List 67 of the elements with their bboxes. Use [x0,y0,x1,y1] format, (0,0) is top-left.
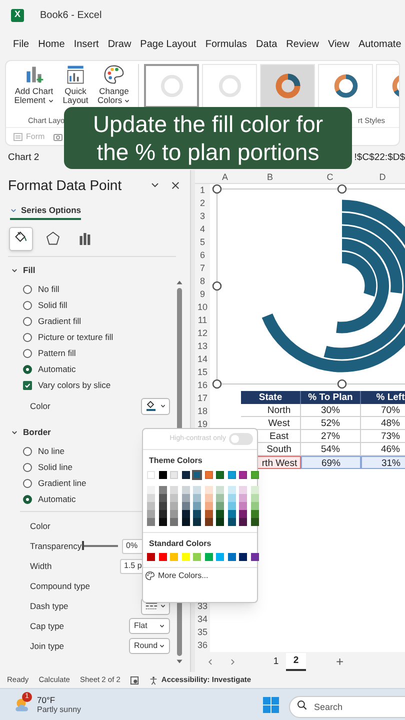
table-cell: 52% [301,417,361,430]
column-header: C [326,171,334,183]
property-label: Dash type [30,600,68,612]
option-label: Pattern fill [38,346,76,360]
property-label: Join type [30,640,64,652]
row-header: 15 [196,366,208,379]
row-header: 19 [196,418,208,431]
formula-text: !$C$22:$D$ [354,150,405,165]
section-title: Theme Colors [148,455,204,467]
row-header: 33 [196,600,208,613]
column-header: A [220,171,229,183]
row-header: 12 [196,327,208,340]
table-cell: 70% [361,404,405,417]
weather-temperature: 70°F [37,694,56,704]
table-cell: 30% [301,404,361,417]
row-header: 35 [196,626,208,639]
table-cell: 31% [361,456,405,469]
row-header: 36 [196,639,208,652]
table-cell: 69% [301,456,361,469]
column-header: B [266,171,274,183]
row-header: 9 [198,288,206,301]
caption-toast: Update the fill color for the % to plan portions [64,107,352,169]
row-header: 14 [196,353,208,366]
excel-logo: X [11,8,24,22]
pane-title: Format Data Point [8,176,123,194]
row-header: 3 [198,210,206,223]
table-cell: North [241,404,301,417]
property-label: Cap type [30,620,64,632]
option-label: Picture or texture fill [38,330,114,344]
property-label: Color [30,400,50,412]
property-label: Compound type [30,580,90,592]
table-cell: 48% [361,417,405,430]
property-label: Transparency [30,540,82,552]
row-header: 11 [196,314,208,327]
table-cell: 27% [301,430,361,443]
weather-condition: Partly sunny [37,704,82,714]
row-header: 6 [198,249,206,262]
option-label: Gradient fill [38,314,81,328]
table-cell: 73% [361,430,405,443]
row-header: 13 [196,340,208,353]
option-label: No line [38,444,64,458]
option-label: Solid line [38,460,72,474]
option-label: Solid fill [38,298,68,312]
row-header: 5 [198,236,206,249]
window-title: Book6 - Excel [40,8,102,22]
section-title: Standard Colors [148,538,212,550]
table-header: State [241,391,301,404]
option-label: Automatic [38,492,76,506]
option-label: Gradient line [38,476,86,490]
row-header: 4 [198,223,206,236]
option-label: Automatic [38,362,76,376]
option-label: Vary colors by slice [38,378,111,392]
table-header: % To Plan [301,391,361,404]
row-header: 1 [198,184,206,197]
column-header: D [378,171,387,183]
row-header: 17 [196,392,208,405]
property-label: Color [30,520,50,532]
option-label: No fill [38,282,60,296]
row-header: 2 [198,197,206,210]
table-header: % Left [361,391,405,404]
row-header: 18 [196,405,208,418]
property-label: Width [30,560,52,572]
row-header: 16 [196,379,208,392]
row-header: 7 [198,262,206,275]
row-header: 10 [196,301,208,314]
row-header: 8 [198,275,206,288]
row-header: 34 [196,613,208,626]
